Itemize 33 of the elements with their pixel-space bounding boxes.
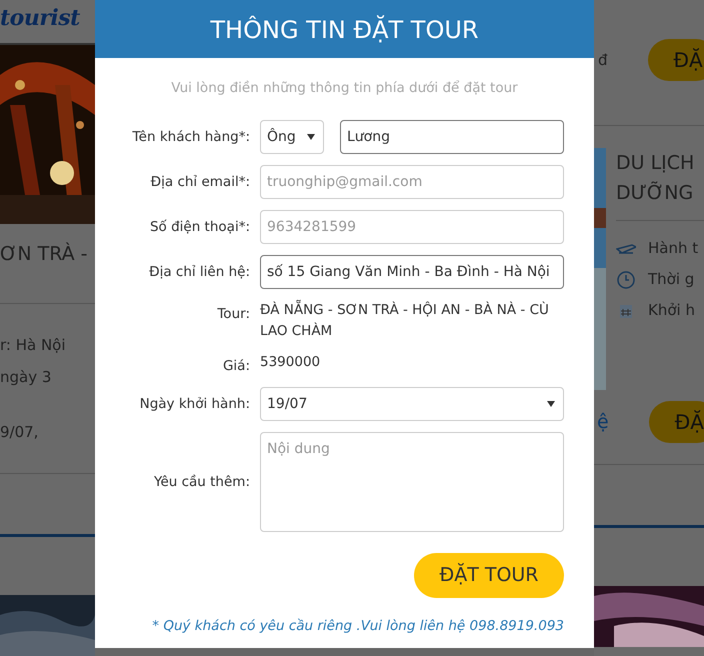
field-label: Tour: <box>216 305 250 324</box>
price-text: đ <box>598 50 608 71</box>
clock-icon <box>616 270 636 290</box>
field-label: Địa chỉ liên hệ: <box>148 263 250 282</box>
tour-detail: r: Hà Nội <box>0 334 67 356</box>
field-label: Tên khách hàng*: <box>131 128 250 148</box>
input-field[interactable]: số 15 Giang Văn Minh - Ba Đình - Hà Nội <box>260 255 564 290</box>
field-label: Giá: <box>222 356 250 376</box>
tour-detail: Khởi h <box>648 300 695 322</box>
date-select[interactable]: 19/07 <box>260 387 564 421</box>
subtitle: Vui lòng điền những thông tin phía dưới để đặt tour <box>170 79 519 98</box>
tour-detail: 9/07, <box>0 422 40 443</box>
input-field[interactable]: 9634281599 <box>260 210 564 244</box>
request-field[interactable]: Nội dung <box>260 432 564 532</box>
tour-title: DƯỠNG <box>616 180 694 206</box>
tour-title: ƠN TRÀ - <box>0 241 89 268</box>
input-field[interactable]: truonghip@gmail.com <box>260 165 564 200</box>
tour-detail: Thời g <box>648 269 694 290</box>
field-value: ĐÀ NẴNG - SƠN TRÀ - HỘI AN - BÀ NÀ - CÙ LAO CHÀM <box>260 300 564 341</box>
title-select[interactable]: Ông <box>260 120 324 154</box>
submit-button[interactable]: ĐẶT TOUR <box>414 553 564 598</box>
field-value: 5390000 <box>260 352 320 372</box>
field-label: Số điện thoại*: <box>148 218 250 238</box>
tour-detail: ngày 3 <box>0 367 52 388</box>
contact-note: * Quý khách có yêu cầu riêng .Vui lòng liên hệ 098.8919.093 <box>151 617 564 636</box>
field-label: Ngày khởi hành: <box>138 394 250 414</box>
link-text: ệ <box>597 410 609 435</box>
name-field[interactable]: Lương <box>340 120 564 154</box>
field-label: Yêu cầu thêm: <box>152 472 250 492</box>
modal-title: THÔNG TIN ĐẶT TOUR <box>95 0 594 58</box>
tour-title: DU LỊCH <box>616 151 696 176</box>
tour-detail: Hành t <box>648 238 698 260</box>
field-label: Địa chỉ email*: <box>150 173 250 192</box>
